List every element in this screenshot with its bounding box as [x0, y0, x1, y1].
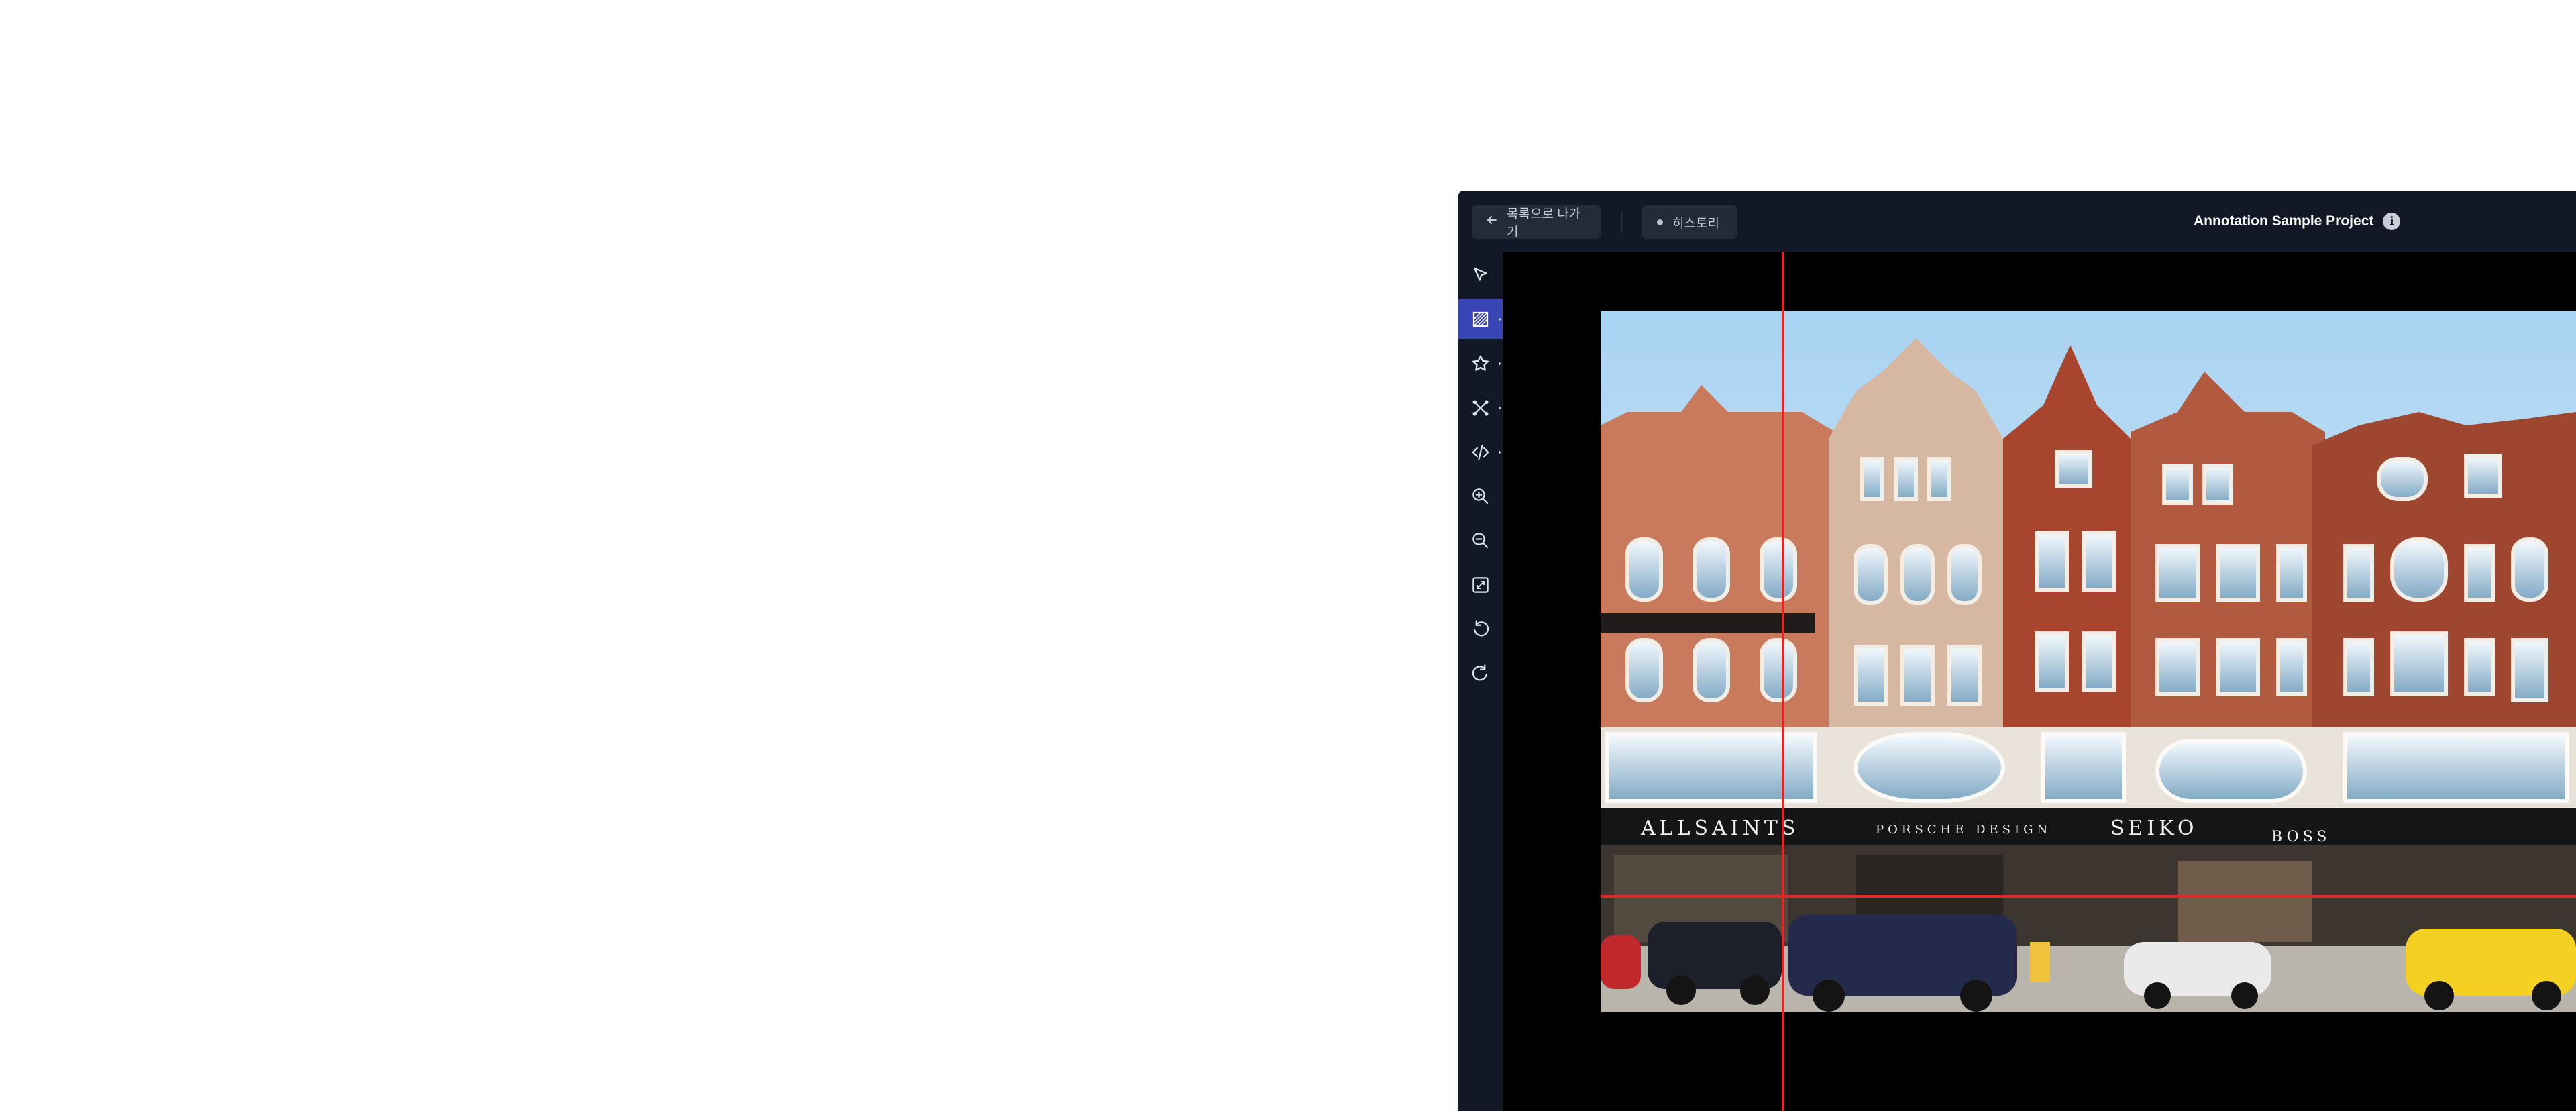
redo-button[interactable] [1458, 653, 1503, 694]
vertical-crosshair-guide [1782, 252, 1784, 1111]
horizontal-crosshair-guide [1601, 895, 2576, 898]
tool-sidebar [1458, 252, 1503, 1111]
polygon-hatch-icon [1472, 311, 1489, 327]
history-button[interactable]: 히스토리 [1642, 205, 1737, 239]
sign-allsaints: ALLSAINTS [1640, 816, 1799, 840]
top-bar: 목록으로 나가기 히스토리 Annotation Sample Project … [1458, 191, 2576, 252]
zoom-out-button[interactable] [1458, 521, 1503, 561]
history-dot-icon [1657, 219, 1663, 225]
sign-boss: BOSS [2271, 829, 2330, 845]
project-title: Annotation Sample Project [2194, 213, 2374, 229]
submenu-caret-icon [1499, 450, 1501, 454]
select-icon [1474, 267, 1487, 281]
street-photo-illustration: ALLSAINTS PORSCHE DESIGN SEIKO BOSS [1601, 311, 2576, 1012]
undo-button[interactable] [1458, 609, 1503, 649]
submenu-caret-icon [1499, 406, 1501, 410]
history-label: 히스토리 [1672, 216, 1719, 231]
star-tool-button[interactable] [1458, 343, 1503, 384]
street-photo: ALLSAINTS PORSCHE DESIGN SEIKO BOSS [1601, 311, 2576, 1012]
sign-seiko: SEIKO [2110, 816, 2198, 840]
back-to-list-button[interactable]: 목록으로 나가기 [1472, 205, 1601, 240]
annotation-canvas[interactable]: ALLSAINTS PORSCHE DESIGN SEIKO BOSS [1503, 252, 2576, 1111]
keypoint-icon [1472, 400, 1489, 416]
back-to-list-label: 목록으로 나가기 [1507, 207, 1581, 240]
annotation-app-window: 목록으로 나가기 히스토리 Annotation Sample Project … [1458, 191, 2576, 1111]
sign-porsche-design: PORSCHE DESIGN [1876, 823, 2051, 837]
zoom-in-icon [1472, 488, 1489, 505]
undo-icon [1474, 620, 1489, 637]
zoom-in-button[interactable] [1458, 476, 1503, 517]
redo-icon [1472, 664, 1487, 681]
submenu-caret-icon [1499, 362, 1501, 366]
code-tool-button[interactable] [1458, 432, 1503, 472]
code-icon [1472, 444, 1489, 460]
topbar-divider [1621, 211, 1622, 233]
polygon-tool-button[interactable] [1458, 299, 1503, 339]
star-icon [1472, 355, 1489, 371]
zoom-out-icon [1472, 533, 1489, 549]
select-tool-button[interactable] [1458, 255, 1503, 295]
info-icon[interactable]: i [2383, 213, 2401, 230]
fit-screen-icon [1472, 577, 1489, 593]
submenu-caret-icon [1499, 317, 1501, 321]
fit-screen-button[interactable] [1458, 565, 1503, 605]
project-title-group: Annotation Sample Project i [2194, 191, 2401, 252]
arrow-left-icon [1487, 215, 1497, 229]
keypoint-tool-button[interactable] [1458, 388, 1503, 428]
